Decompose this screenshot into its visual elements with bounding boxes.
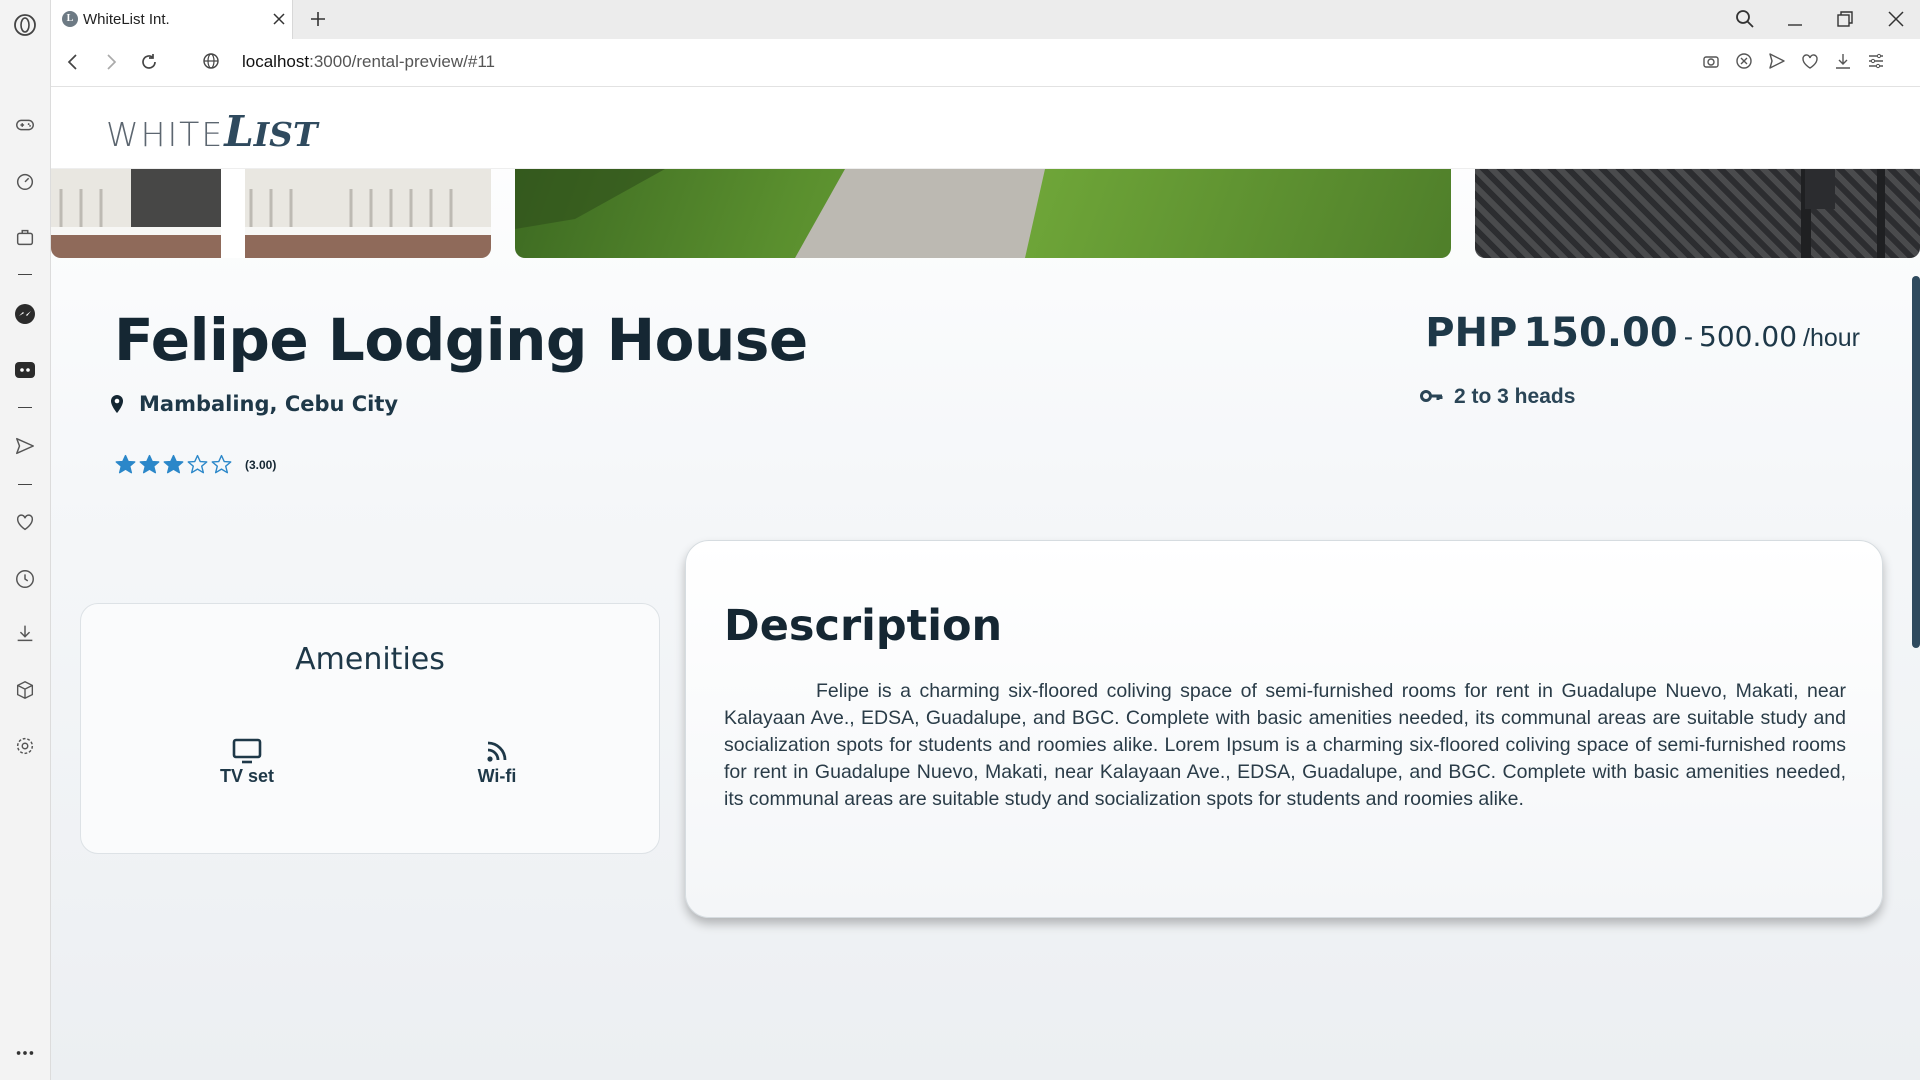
- back-arrow-icon[interactable]: [62, 51, 84, 73]
- url-path: :3000/rental-preview/#11: [309, 52, 495, 71]
- gamepad-icon[interactable]: [13, 113, 37, 137]
- send-icon[interactable]: [13, 434, 37, 458]
- description-card: Description Felipe is a charming six-flo…: [685, 540, 1883, 918]
- snapshot-camera-icon[interactable]: [1701, 51, 1721, 71]
- easy-setup-icon[interactable]: [1866, 51, 1886, 71]
- star-filled-icon: [139, 454, 160, 475]
- price-min: 150.00: [1523, 310, 1678, 356]
- bag-icon[interactable]: [13, 225, 37, 249]
- close-window-icon[interactable]: [1885, 8, 1907, 30]
- discord-icon[interactable]: [13, 358, 37, 382]
- location-pin-icon: [109, 394, 125, 416]
- opera-logo-icon[interactable]: [13, 13, 37, 37]
- rating-value: (3.00): [245, 458, 277, 472]
- gallery-image-fence[interactable]: [1475, 169, 1920, 258]
- sidebar-separator: [18, 407, 32, 408]
- download-icon[interactable]: [13, 621, 37, 645]
- price-currency: PHP: [1425, 310, 1518, 356]
- sidebar-separator: [18, 274, 32, 275]
- page-scrollbar[interactable]: [1912, 276, 1920, 648]
- settings-gear-icon[interactable]: [13, 734, 37, 758]
- listing-title: Felipe Lodging House: [114, 306, 808, 374]
- star-filled-icon: [163, 454, 184, 475]
- forward-arrow-icon[interactable]: [100, 51, 122, 73]
- more-options-icon[interactable]: [13, 1041, 37, 1065]
- price-unit: /hour: [1803, 324, 1860, 352]
- speedometer-icon[interactable]: [13, 169, 37, 193]
- amenity-label-tv: TV set: [219, 766, 275, 786]
- tab-title: WhiteList Int.: [83, 11, 170, 28]
- history-icon[interactable]: [13, 567, 37, 591]
- browser-sidebar: [0, 0, 51, 1080]
- downloads-icon[interactable]: [1833, 51, 1853, 71]
- key-icon: [1420, 386, 1444, 406]
- search-tabs-icon[interactable]: [1734, 8, 1756, 30]
- whitelist-logo[interactable]: WHITE L IST: [106, 104, 318, 156]
- restore-window-icon[interactable]: [1834, 8, 1856, 30]
- tv-icon: [232, 738, 262, 764]
- new-tab-plus-icon[interactable]: [307, 8, 329, 30]
- amenity-label-wifi: Wi-fi: [477, 766, 517, 786]
- minimize-icon[interactable]: [1784, 8, 1806, 30]
- tab-bar: L WhiteList Int.: [51, 0, 1920, 39]
- price-range: PHP 150.00 - 500.00 /hour: [1425, 310, 1860, 356]
- logo-text-ist: IST: [253, 115, 318, 154]
- wifi-icon: [487, 741, 507, 762]
- browser-tab[interactable]: L WhiteList Int.: [51, 0, 293, 39]
- share-send-icon[interactable]: [1767, 51, 1787, 71]
- close-tab-icon[interactable]: [269, 9, 289, 29]
- bookmark-heart-icon[interactable]: [1800, 51, 1820, 71]
- reload-icon[interactable]: [138, 51, 160, 73]
- url-field[interactable]: localhost:3000/rental-preview/#11: [242, 52, 495, 72]
- messenger-icon[interactable]: [13, 302, 37, 326]
- listing-location: Mambaling, Cebu City: [139, 392, 399, 416]
- description-text: Felipe is a charming six-floored colivin…: [724, 680, 1846, 810]
- site-header: WHITE L IST: [51, 88, 1920, 169]
- price-separator: -: [1683, 321, 1694, 352]
- capacity-heads: 2 to 3 heads: [1454, 385, 1576, 408]
- amenity-wifi: Wi-fi: [447, 738, 547, 787]
- description-title: Description: [724, 601, 1003, 651]
- star-empty-icon: [211, 454, 232, 475]
- amenities-card: Amenities TV set Wi-fi: [80, 603, 660, 854]
- heart-icon[interactable]: [13, 510, 37, 534]
- url-host: localhost: [242, 52, 310, 71]
- address-bar: localhost:3000/rental-preview/#11: [51, 39, 1920, 87]
- logo-text-white: WHITE: [106, 115, 225, 154]
- star-rating: [115, 454, 232, 475]
- star-empty-icon: [187, 454, 208, 475]
- web-page: WHITE L IST Felipe Lodging House Mambali…: [51, 88, 1920, 1080]
- star-filled-icon: [115, 454, 136, 475]
- logo-text-l: L: [224, 107, 254, 156]
- tab-favicon: L: [62, 11, 78, 27]
- amenity-tv: TV set: [197, 738, 297, 787]
- price-max: 500.00: [1699, 320, 1798, 353]
- gallery-image-lawn[interactable]: [515, 169, 1451, 258]
- site-info-globe-icon[interactable]: [201, 51, 221, 71]
- gallery-image-porch[interactable]: [51, 169, 491, 258]
- amenities-title: Amenities: [295, 642, 445, 677]
- sidebar-separator: [18, 484, 32, 485]
- cube-icon[interactable]: [13, 678, 37, 702]
- adblock-icon[interactable]: [1734, 51, 1754, 71]
